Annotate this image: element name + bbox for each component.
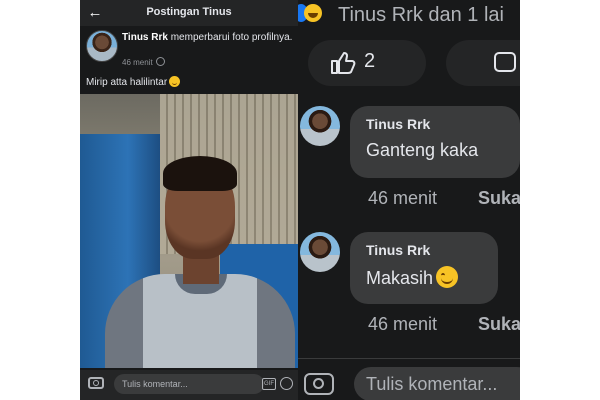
post-panel: ← Postingan Tinus Tinus Rrk memperbarui …	[80, 0, 298, 400]
comment-time: 46 menit	[368, 314, 438, 334]
like-button[interactable]: 2	[308, 40, 426, 86]
post-caption: Mirip atta halilintar	[86, 76, 181, 88]
comment-bubble-icon	[494, 52, 516, 72]
reactions-summary[interactable]: Tinus Rrk dan 1 lai	[338, 4, 504, 27]
comment-time: 46 menit	[368, 188, 438, 208]
comment-author[interactable]: Tinus Rrk	[366, 242, 430, 258]
reactions-header[interactable]: Tinus Rrk dan 1 lai	[298, 0, 520, 30]
reaction-icons	[298, 4, 322, 26]
like-count: 2	[364, 50, 376, 72]
author-action: memperbarui foto profilnya.	[170, 32, 293, 43]
post-meta: 46 menit	[122, 57, 165, 67]
emoji-icon[interactable]	[280, 377, 293, 390]
smile-emoji-icon	[436, 266, 459, 288]
profile-photo[interactable]	[80, 94, 298, 368]
comment-input[interactable]: Tulis komentar...	[354, 367, 520, 400]
smile-emoji-icon	[169, 76, 181, 87]
comment-input[interactable]: Tulis komentar...	[114, 374, 264, 394]
author-name[interactable]: Tinus Rrk	[122, 32, 168, 43]
haha-reaction-icon	[304, 4, 322, 22]
comment-text: Makasih	[366, 268, 434, 288]
comment-bubble[interactable]: Tinus Rrk Ganteng kaka	[350, 106, 520, 178]
post-author-line: Tinus Rrk memperbarui foto profilnya.	[122, 31, 294, 44]
gif-icon[interactable]: GIF	[262, 378, 276, 390]
caption-text: Mirip atta halilintar	[86, 77, 168, 88]
top-bar: ← Postingan Tinus	[80, 0, 298, 26]
camera-icon[interactable]	[88, 377, 104, 389]
comment-text-wrap: Makasih	[366, 266, 459, 289]
page-title: Postingan Tinus	[146, 6, 232, 18]
thumbs-up-icon	[331, 52, 356, 74]
avatar[interactable]	[300, 232, 340, 272]
comment-like-link[interactable]: Suka	[478, 314, 520, 335]
post-timestamp[interactable]: 46 menit	[122, 58, 153, 67]
comment-author[interactable]: Tinus Rrk	[366, 116, 430, 132]
comment-bar: Tulis komentar... GIF	[80, 370, 298, 400]
camera-icon[interactable]	[304, 373, 334, 395]
comment-like-link[interactable]: Suka	[478, 188, 520, 209]
avatar[interactable]	[86, 30, 118, 62]
avatar[interactable]	[300, 106, 340, 146]
comment-composer: Tulis komentar...	[298, 358, 520, 400]
comments-panel: Tinus Rrk dan 1 lai 2 Tinus Rrk Ganteng …	[298, 0, 520, 400]
globe-icon	[155, 57, 165, 66]
comment-text: Ganteng kaka	[366, 140, 479, 160]
comment-bubble[interactable]: Tinus Rrk Makasih	[350, 232, 498, 304]
comment-button[interactable]	[446, 40, 520, 86]
